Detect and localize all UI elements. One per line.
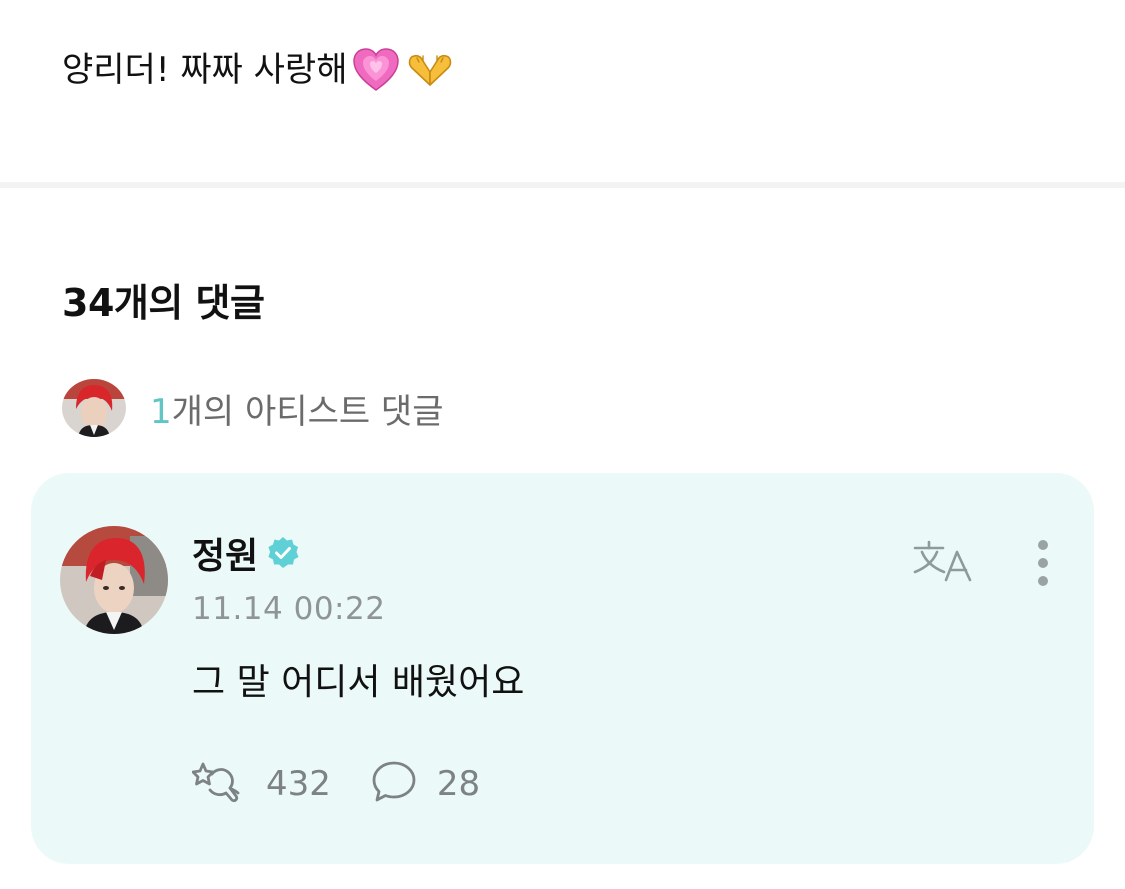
artist-comments-filter[interactable]: 1개의 아티스트 댓글: [62, 378, 444, 438]
post-text-content: 양리더! 짜짜 사랑해: [62, 50, 348, 90]
heart-hands-icon: [404, 52, 456, 88]
author-name-row: 정원: [192, 529, 300, 577]
more-vertical-icon: [1036, 538, 1050, 592]
artist-comment-card: 정원 11.14 00:22 그 말 어디서 배웠어요 432 28: [31, 473, 1094, 864]
comments-count-title: 34개의 댓글: [62, 281, 265, 325]
reply-bubble-icon: [371, 760, 417, 808]
author-avatar[interactable]: [60, 526, 168, 634]
like-icon: [191, 760, 246, 808]
like-button[interactable]: 432: [191, 760, 331, 808]
translate-icon: [912, 538, 974, 588]
artist-comments-label: 1개의 아티스트 댓글: [150, 384, 444, 433]
verified-badge-icon: [266, 536, 300, 570]
comment-body: 그 말 어디서 배웠어요: [192, 662, 525, 703]
artist-comments-count: 1: [150, 391, 172, 432]
translate-button[interactable]: [911, 537, 975, 589]
reply-count: 28: [436, 764, 481, 804]
comment-timestamp: 11.14 00:22: [192, 591, 386, 627]
like-count: 432: [266, 764, 331, 804]
reply-button[interactable]: 28: [371, 760, 480, 808]
comment-actions: 432 28: [191, 759, 480, 809]
section-divider: [0, 182, 1125, 188]
author-name[interactable]: 정원: [192, 527, 258, 579]
post-text: 양리더! 짜짜 사랑해: [62, 44, 456, 96]
artist-comments-text: 개의 아티스트 댓글: [171, 391, 444, 432]
growing-heart-icon: [352, 47, 400, 93]
more-options-button[interactable]: [1025, 537, 1061, 593]
artist-avatar: [62, 379, 126, 437]
